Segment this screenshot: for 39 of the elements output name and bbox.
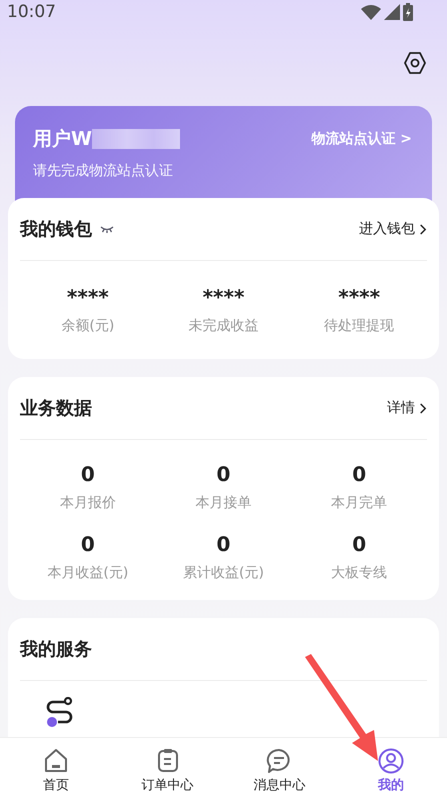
stat-value: **** — [66, 285, 109, 309]
section-title: 我的服务 — [20, 638, 92, 661]
stat-value: **** — [338, 285, 380, 309]
stat-value: 0 — [80, 532, 95, 556]
stat-value: 0 — [352, 462, 366, 486]
stat-label: 本月接单 — [195, 494, 252, 512]
stat-label: 未完成收益 — [188, 317, 258, 335]
link[interactable]: 进入钱包 — [359, 220, 427, 238]
chevron-icon — [418, 222, 427, 236]
stat-label: 本月收益(元) — [47, 564, 128, 582]
link[interactable]: 详情 — [387, 399, 427, 417]
stat-value: 0 — [216, 462, 230, 486]
stat-label: 待处理提现 — [324, 317, 394, 335]
stat-value: 0 — [80, 462, 95, 486]
wifi-icon — [361, 4, 381, 20]
battery-icon — [403, 3, 413, 21]
signal-icon — [384, 4, 400, 20]
chevron-icon — [418, 402, 427, 414]
section-title: 业务数据 — [20, 397, 92, 420]
tab[interactable]: 我的 — [335, 738, 447, 798]
stat-label: 本月报价 — [60, 494, 116, 512]
closed-eye-icon[interactable] — [100, 225, 114, 233]
stat-value: 0 — [216, 532, 230, 556]
user-icon — [377, 746, 406, 774]
route-icon[interactable] — [44, 697, 74, 727]
stat-value: **** — [202, 285, 244, 309]
stat-label: 累计收益(元) — [183, 564, 264, 582]
certify-hint: 请先完成物流站点认证 — [33, 162, 174, 180]
tab[interactable]: 消息中心 — [224, 738, 336, 798]
stat-label: 大板专线 — [331, 564, 388, 582]
stat-label: 本月完单 — [331, 494, 388, 512]
stat-label: 余额(元) — [61, 317, 114, 335]
tab[interactable]: 首页 — [0, 738, 112, 798]
section-title: 我的钱包 — [20, 218, 92, 241]
settings-icon[interactable] — [403, 51, 427, 75]
user-name: 用户W — [33, 127, 92, 152]
stat-value: 0 — [352, 532, 366, 556]
tab[interactable]: 订单中心 — [112, 738, 224, 798]
status-time: 10:07 — [7, 2, 56, 22]
